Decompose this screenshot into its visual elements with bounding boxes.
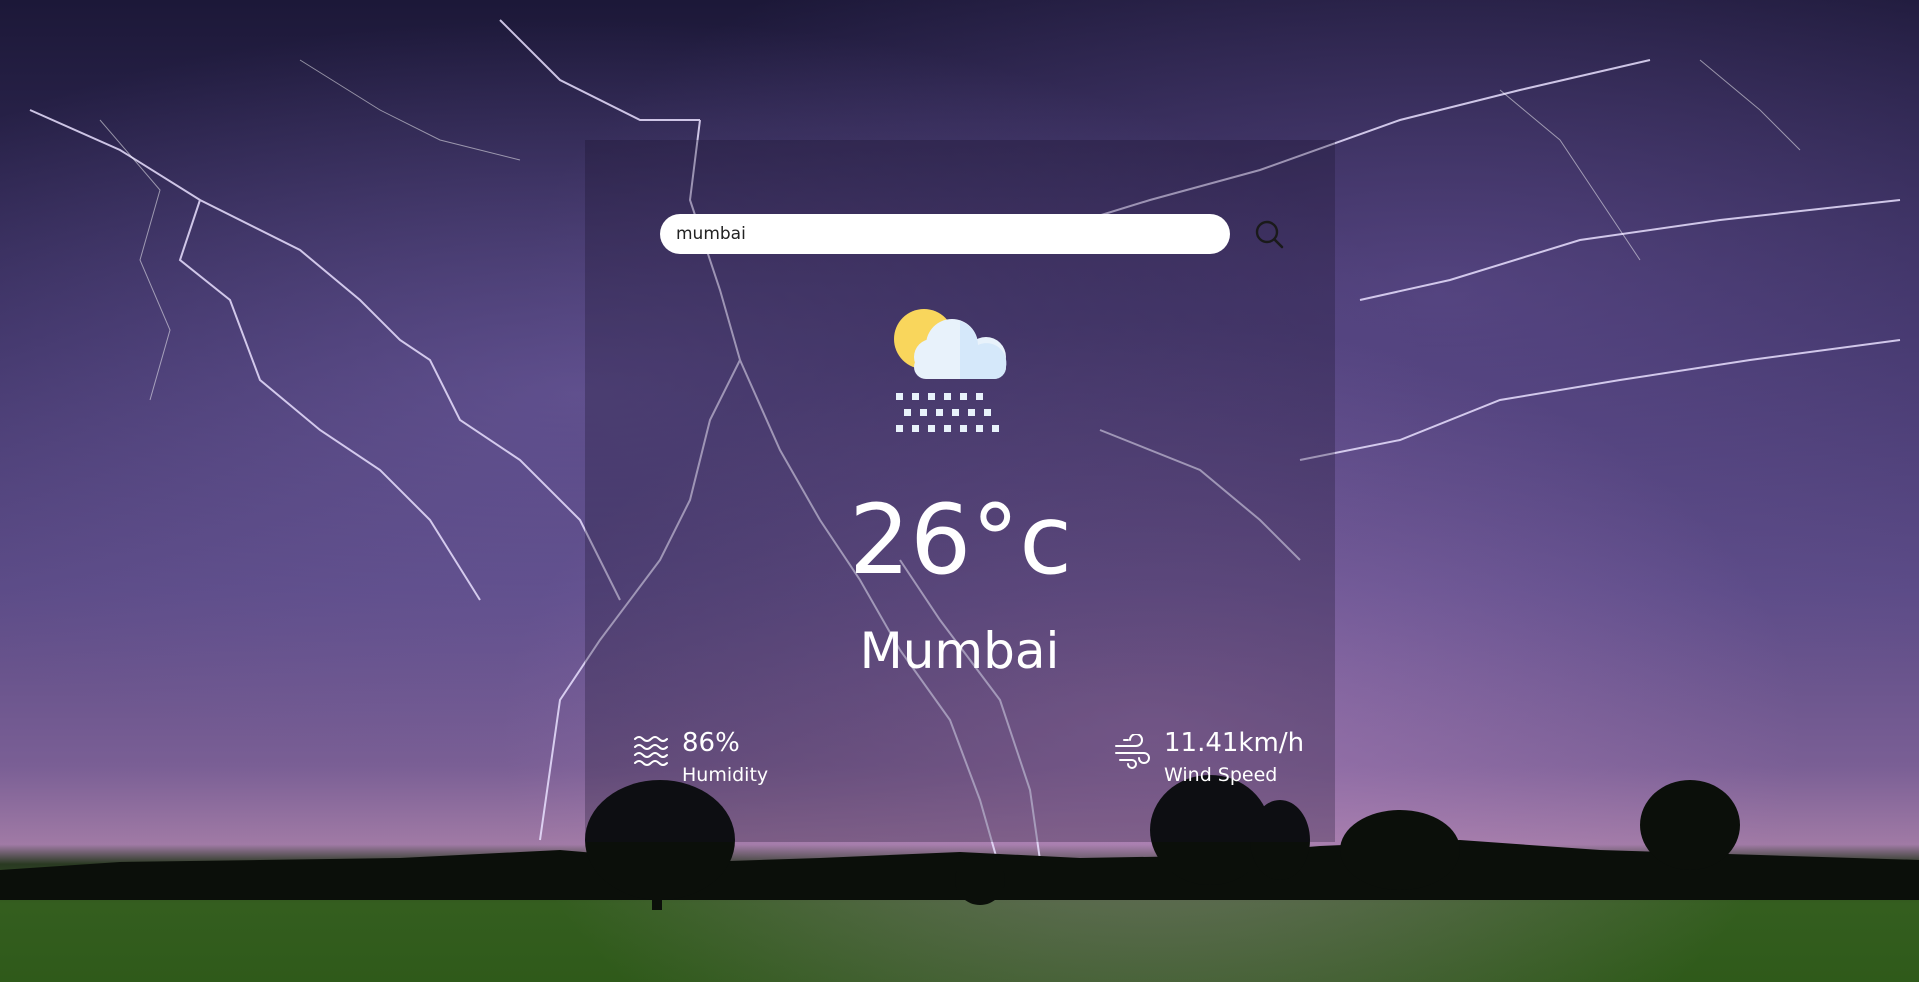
search-input[interactable] (660, 214, 1230, 254)
wind-label: Wind Speed (1164, 764, 1278, 786)
partly-cloudy-snow-icon (890, 305, 1030, 440)
wind-icon (1115, 734, 1150, 769)
humidity-label: Humidity (682, 764, 769, 786)
humidity-value: 86% (682, 728, 740, 758)
search-button[interactable] (1254, 219, 1286, 251)
temperature: 26°c (849, 484, 1072, 596)
humidity-detail: 86% Humidity (632, 730, 768, 785)
wind-value: 11.41km/h (1164, 728, 1305, 758)
search-icon (1255, 220, 1284, 249)
wind-detail: 11.41km/h Wind Speed (1114, 730, 1304, 785)
humidity-waves-icon (634, 736, 668, 766)
city-name: Mumbai (859, 622, 1060, 680)
